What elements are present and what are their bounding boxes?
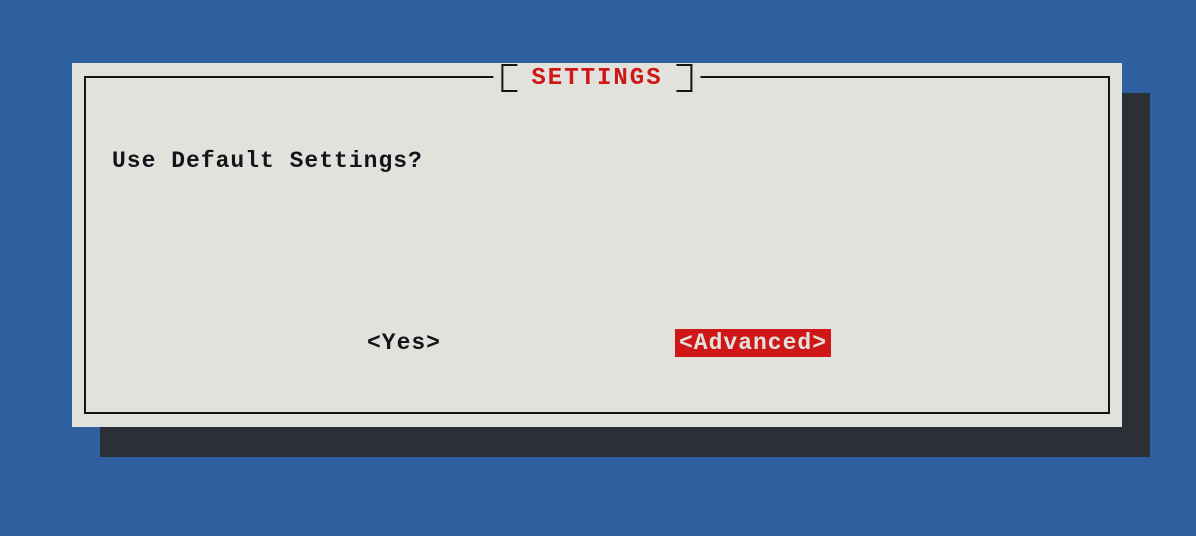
dialog-title: SETTINGS bbox=[517, 65, 676, 92]
dialog-button-row: <Yes> <Advanced> bbox=[86, 329, 1108, 357]
settings-dialog: SETTINGS Use Default Settings? <Yes> <Ad… bbox=[72, 63, 1122, 427]
dialog-border: SETTINGS Use Default Settings? <Yes> <Ad… bbox=[84, 76, 1110, 414]
advanced-button[interactable]: <Advanced> bbox=[675, 329, 831, 357]
title-bracket-left-icon bbox=[501, 64, 517, 92]
title-bracket-right-icon bbox=[677, 64, 693, 92]
yes-button[interactable]: <Yes> bbox=[363, 329, 445, 357]
dialog-title-wrap: SETTINGS bbox=[493, 64, 700, 92]
dialog-prompt: Use Default Settings? bbox=[112, 148, 423, 174]
